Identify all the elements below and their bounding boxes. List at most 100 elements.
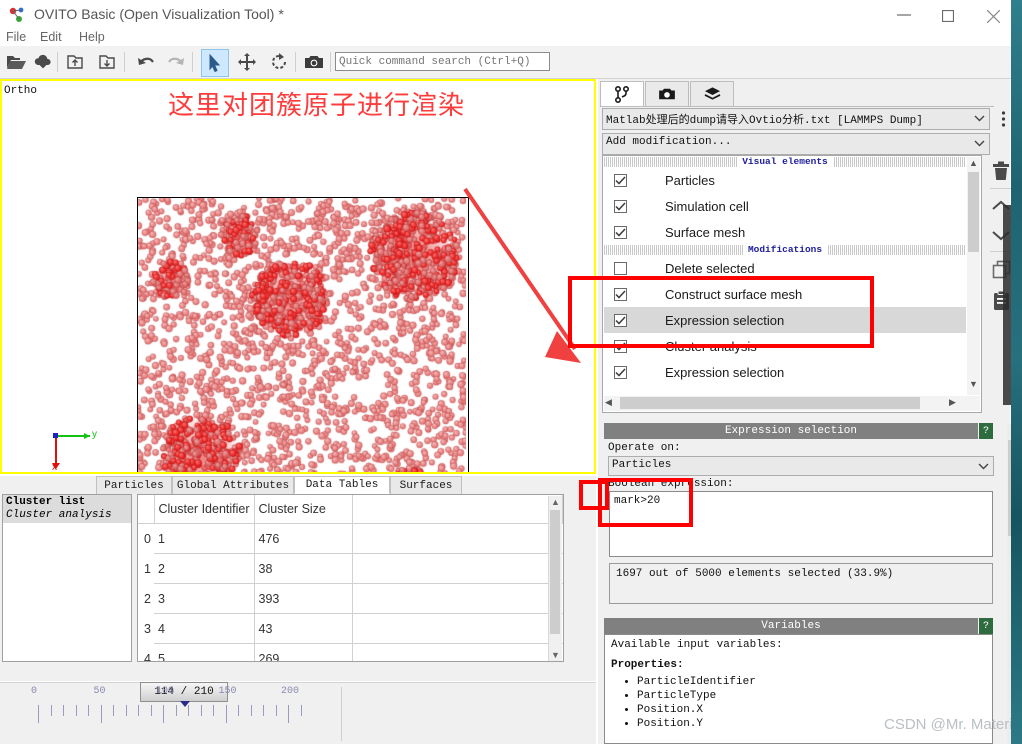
minimize-button[interactable]	[882, 0, 926, 30]
table-row[interactable]: 2 3 393	[138, 583, 563, 614]
viewport[interactable]: Ortho 这里对团簇原子进行渲染	[0, 79, 596, 474]
redo-icon	[168, 57, 184, 65]
rollout-title-expression-selection[interactable]: Expression selection	[604, 423, 978, 439]
table-cell-cluster-size[interactable]: 393	[254, 583, 353, 614]
tab-surfaces[interactable]: Surfaces	[390, 476, 462, 494]
select-mode-button[interactable]	[201, 49, 229, 77]
menu-file[interactable]: File	[6, 30, 26, 44]
orbit-mode-button[interactable]	[266, 49, 292, 75]
checkbox[interactable]	[614, 287, 627, 301]
scroll-down-arrow[interactable]: ▼	[969, 379, 978, 389]
list-item[interactable]: Cluster list Cluster analysis	[3, 495, 131, 523]
undo-button[interactable]	[133, 49, 159, 75]
table-row[interactable]: 3 4 43	[138, 613, 563, 644]
scroll-down-arrow[interactable]: ▼	[551, 650, 560, 660]
scroll-up-arrow[interactable]: ▲	[551, 497, 560, 507]
operate-on-combo[interactable]: Particles	[608, 456, 994, 476]
table-row[interactable]: 1 2 38	[138, 553, 563, 584]
load-session-button[interactable]	[62, 49, 88, 75]
redo-button[interactable]	[163, 49, 189, 75]
pipeline-item[interactable]: Cluster analysis	[604, 333, 966, 359]
timeline-slider[interactable]: 114 / 210 0 50 100 150 200	[0, 682, 340, 744]
tab-render[interactable]	[645, 81, 689, 107]
help-button[interactable]: ?	[979, 423, 993, 439]
table-cell-cluster-size[interactable]: 476	[254, 523, 353, 554]
timeline-tick	[113, 705, 114, 716]
table-cell-cluster-identifier[interactable]: 5	[154, 643, 255, 661]
pipeline-editor-list[interactable]: Visual elements Particles Simulation cell S…	[602, 155, 982, 413]
scroll-up-arrow[interactable]: ▲	[969, 158, 978, 168]
scrollbar-thumb[interactable]	[550, 510, 560, 634]
pipeline-item[interactable]: Delete selected	[604, 255, 966, 281]
import-remote-file-button[interactable]	[30, 49, 56, 75]
cursor-arrow-icon	[209, 54, 221, 72]
menu-help[interactable]: Help	[79, 30, 105, 44]
pipeline-horizontal-scrollbar[interactable]: ◀ ▶	[604, 396, 980, 411]
tab-overlays[interactable]	[690, 81, 734, 107]
table-row[interactable]: 4 5 269	[138, 643, 563, 661]
menu-edit[interactable]: Edit	[40, 30, 62, 44]
scrollbar-thumb[interactable]	[620, 397, 920, 409]
pipeline-item-label: Cluster analysis	[665, 338, 757, 354]
pipeline-item[interactable]: Expression selection	[604, 307, 966, 333]
expression-selection-rollout: Expression selection ? Operate on: Parti…	[604, 423, 996, 611]
timeline-thumb[interactable]: 114 / 210	[140, 682, 228, 702]
tab-global-attributes[interactable]: Global Attributes	[172, 476, 294, 494]
scrollbar-thumb[interactable]	[968, 172, 979, 252]
table-cell-cluster-size[interactable]: 38	[254, 553, 353, 584]
pipeline-menu-button[interactable]	[1001, 111, 1011, 127]
check-icon	[615, 289, 626, 299]
table-cell-cluster-identifier[interactable]: 1	[154, 523, 255, 554]
toolbar-separator	[57, 52, 58, 72]
table-cell-cluster-size[interactable]: 269	[254, 643, 353, 661]
pipeline-item[interactable]: Construct surface mesh	[604, 281, 966, 307]
open-file-button[interactable]	[3, 49, 29, 75]
scroll-right-arrow[interactable]: ▶	[949, 397, 956, 408]
table-vertical-scrollbar[interactable]: ▲ ▼	[548, 496, 562, 661]
simulation-cell	[137, 197, 469, 472]
scroll-left-arrow[interactable]: ◀	[605, 397, 612, 408]
table-cell-cluster-identifier[interactable]: 2	[154, 553, 255, 584]
divider	[341, 687, 342, 741]
data-inspector-tabs: Particles Global Attributes Data Tables …	[0, 476, 596, 494]
table-row[interactable]: 0 1 476	[138, 523, 563, 554]
pipeline-item-label: Particles	[665, 172, 715, 188]
pipeline-item[interactable]: Simulation cell	[604, 193, 966, 219]
checkbox[interactable]	[614, 199, 627, 213]
viewport-label[interactable]: Ortho	[4, 85, 37, 97]
operate-on-label: Operate on:	[608, 442, 681, 454]
data-object-list[interactable]: Cluster list Cluster analysis	[2, 494, 132, 662]
save-session-button[interactable]	[94, 49, 120, 75]
maximize-button[interactable]	[927, 0, 971, 30]
table-cell-cluster-size[interactable]: 43	[254, 613, 353, 644]
checkbox[interactable]	[614, 365, 627, 379]
pipeline-vertical-scrollbar[interactable]: ▲ ▼	[967, 157, 980, 395]
checkbox[interactable]	[614, 261, 627, 275]
tab-particles[interactable]: Particles	[96, 476, 172, 494]
pan-mode-button[interactable]	[234, 49, 260, 75]
checkbox[interactable]	[614, 173, 627, 187]
data-table[interactable]: Cluster Identifier Cluster Size 0 1 476 1 2 3…	[137, 494, 564, 662]
pipeline-item[interactable]: Surface mesh	[604, 219, 966, 245]
tab-data-tables[interactable]: Data Tables	[294, 476, 390, 494]
table-cell-cluster-identifier[interactable]: 4	[154, 613, 255, 644]
pipeline-item[interactable]: Particles	[604, 167, 966, 193]
viewport-axis-tripod: y x	[30, 424, 100, 476]
menu-bar: File Edit Help	[0, 30, 1011, 46]
pipeline-item[interactable]: Expression selection	[604, 359, 966, 385]
checkbox[interactable]	[614, 339, 627, 353]
table-cell-cluster-identifier[interactable]: 3	[154, 583, 255, 614]
checkbox[interactable]	[614, 225, 627, 239]
toolbar-separator	[330, 52, 331, 72]
pipeline-source-combo[interactable]: Matlab处理后的dump请导入Ovtio分析.txt [LAMMPS Dum…	[602, 108, 990, 130]
tab-pipeline[interactable]	[600, 81, 644, 107]
close-button[interactable]	[972, 0, 1016, 30]
add-modification-combo[interactable]: Add modification...	[602, 133, 990, 155]
checkbox[interactable]	[614, 313, 627, 327]
render-button[interactable]	[301, 49, 327, 75]
expression-input[interactable]: mark>20	[609, 491, 993, 557]
rollout-title-variables[interactable]: Variables	[604, 618, 978, 634]
variable-item: ParticleIdentifier	[637, 675, 986, 689]
search-input[interactable]	[335, 52, 550, 71]
help-button[interactable]: ?	[979, 618, 993, 634]
